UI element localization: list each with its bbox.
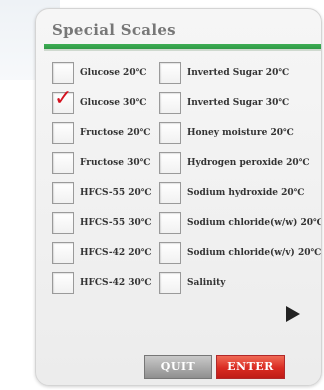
checkbox[interactable] xyxy=(52,272,74,294)
scale-label: HFCS-42 20℃ xyxy=(80,248,152,258)
scale-label: Inverted Sugar 20℃ xyxy=(187,68,290,78)
checkbox[interactable] xyxy=(52,212,74,234)
scale-option-fructose-20[interactable]: Fructose 20℃ xyxy=(52,121,150,145)
checkbox[interactable] xyxy=(159,182,181,204)
checkbox[interactable] xyxy=(52,122,74,144)
scale-option-sodium-chloride-ww-20[interactable]: Sodium chloride(w/w) 20℃ xyxy=(159,211,322,235)
scale-label: HFCS-55 30℃ xyxy=(80,218,152,228)
scale-label: Fructose 30℃ xyxy=(80,158,151,168)
checkbox[interactable] xyxy=(159,152,181,174)
scale-option-glucose-20[interactable]: Glucose 20℃ xyxy=(52,61,146,85)
check-mark-icon: ✓ xyxy=(54,86,73,111)
scale-option-salinity[interactable]: Salinity xyxy=(159,271,226,295)
scale-option-hydrogen-peroxide-20[interactable]: Hydrogen peroxide 20℃ xyxy=(159,151,309,175)
scale-label: Sodium hydroxide 20℃ xyxy=(187,188,305,198)
checkbox[interactable] xyxy=(159,212,181,234)
checkbox[interactable] xyxy=(159,272,181,294)
checkbox[interactable] xyxy=(52,242,74,264)
checkbox[interactable]: ✓ xyxy=(52,88,74,114)
checkbox[interactable] xyxy=(159,242,181,264)
checkbox[interactable] xyxy=(52,182,74,204)
scale-label: HFCS-55 20℃ xyxy=(80,188,152,198)
checkbox[interactable] xyxy=(52,152,74,174)
scale-label: Glucose 20℃ xyxy=(80,68,147,78)
scale-label: Fructose 20℃ xyxy=(80,128,151,138)
scale-label: HFCS-42 30℃ xyxy=(80,278,152,288)
scale-option-hfcs42-20[interactable]: HFCS-42 20℃ xyxy=(52,241,152,265)
title-underline-shadow xyxy=(44,49,321,51)
next-page-arrow-icon[interactable] xyxy=(286,306,300,322)
scale-option-inverted-sugar-20[interactable]: Inverted Sugar 20℃ xyxy=(159,61,289,85)
scale-label: Sodium chloride(w/v) 20℃ xyxy=(187,248,322,258)
scale-option-hfcs55-20[interactable]: HFCS-55 20℃ xyxy=(52,181,152,205)
quit-button[interactable]: QUIT xyxy=(144,355,212,379)
scale-option-glucose-30[interactable]: ✓ Glucose 30℃ xyxy=(52,88,147,115)
checkbox[interactable] xyxy=(52,62,74,84)
scale-option-sodium-hydroxide-20[interactable]: Sodium hydroxide 20℃ xyxy=(159,181,304,205)
scale-label: Honey moisture 20℃ xyxy=(187,128,294,138)
scale-option-fructose-30[interactable]: Fructose 30℃ xyxy=(52,151,150,175)
scale-label: Sodium chloride(w/w) 20℃ xyxy=(187,218,322,228)
scale-option-inverted-sugar-30[interactable]: Inverted Sugar 30℃ xyxy=(159,91,289,115)
scale-label: Salinity xyxy=(187,278,226,288)
scale-label: Glucose 30℃ xyxy=(80,98,147,108)
checkbox[interactable] xyxy=(159,92,181,114)
scale-option-hfcs42-30[interactable]: HFCS-42 30℃ xyxy=(52,271,152,295)
scale-label: Hydrogen peroxide 20℃ xyxy=(187,158,310,168)
special-scales-dialog: Special Scales Glucose 20℃ ✓ Glucose 30℃… xyxy=(35,8,322,386)
scale-option-sodium-chloride-wv-20[interactable]: Sodium chloride(w/v) 20℃ xyxy=(159,241,321,265)
enter-button[interactable]: ENTER xyxy=(216,355,285,379)
checkbox[interactable] xyxy=(159,62,181,84)
scale-option-hfcs55-30[interactable]: HFCS-55 30℃ xyxy=(52,211,152,235)
scale-option-honey-moisture-20[interactable]: Honey moisture 20℃ xyxy=(159,121,294,145)
scale-label: Inverted Sugar 30℃ xyxy=(187,98,290,108)
checkbox[interactable] xyxy=(159,122,181,144)
dialog-title: Special Scales xyxy=(52,21,176,39)
